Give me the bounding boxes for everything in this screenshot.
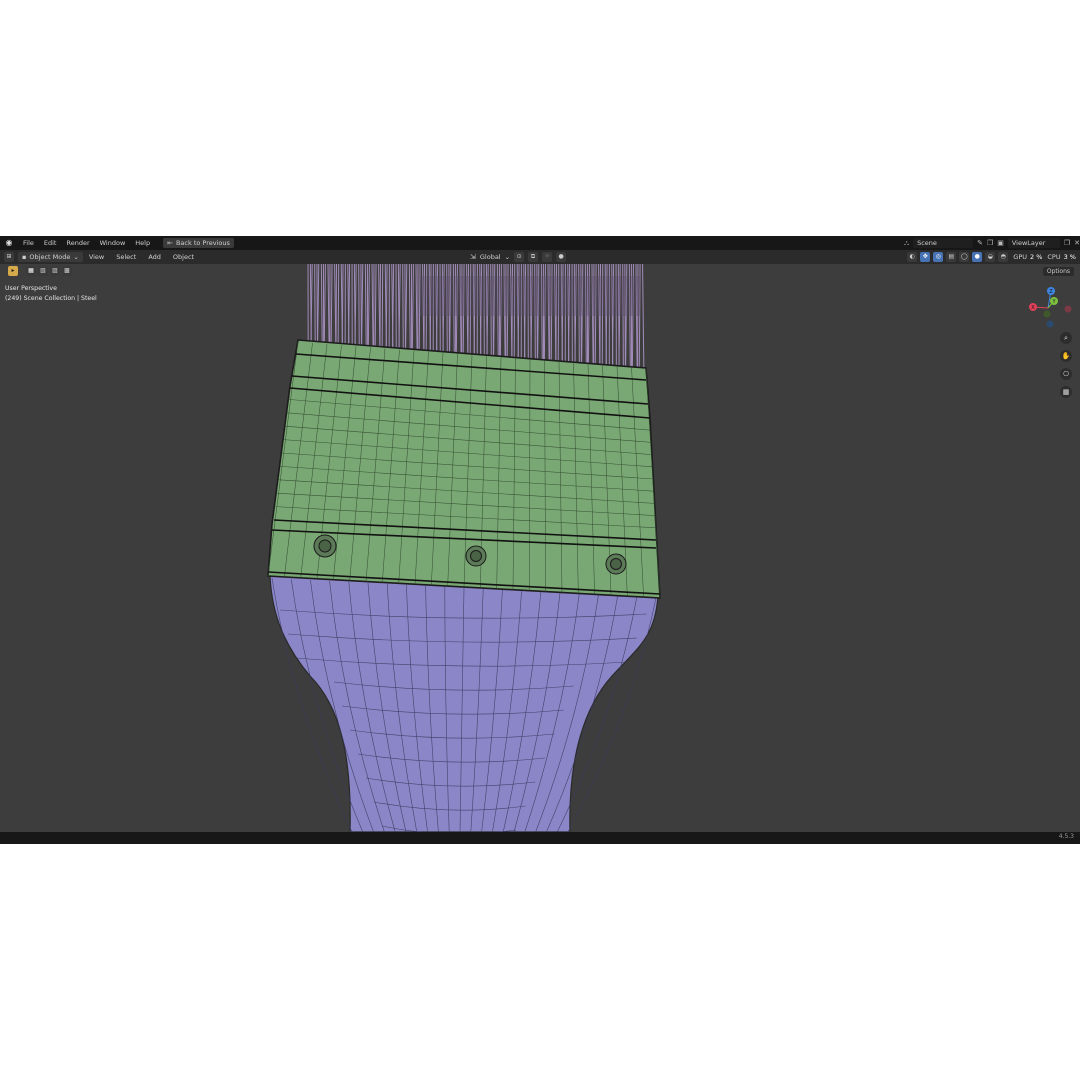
visibility-icon[interactable]: ◐ [907,252,918,262]
solid-shading-icon[interactable]: ● [972,252,983,262]
gpu-value: 2 % [1030,253,1043,261]
options-dropdown[interactable]: Options [1042,267,1074,276]
select-mode-subtract-icon[interactable]: ▨ [50,266,60,276]
scene-name: Scene [917,239,937,247]
gpu-label: GPU [1013,253,1027,261]
rendered-shading-icon[interactable]: ◓ [998,252,1009,262]
view-layer-selector[interactable]: ViewLayer [1007,238,1060,248]
menu-file[interactable]: File [18,236,39,250]
header-menu-object[interactable]: Object [167,253,200,261]
svg-text:Z: Z [1049,289,1053,295]
xray-toggle-icon[interactable]: ▤ [946,252,957,262]
remove-view-layer-icon[interactable]: ✕ [1074,239,1080,247]
select-mode-new-icon[interactable]: ▦ [26,266,36,276]
viewport-shading-controls: ◐ ✥ ◎ ▤ ◯ ● ◒ ◓ GPU 2 % CPU 3 % [907,252,1076,262]
object-mode-label: Object Mode [29,253,71,261]
viewport-perspective-label: User Perspective [5,285,57,292]
blender-window: ◉ File Edit Render Window Help ⇤ Back to… [0,236,1080,844]
snap-target-icon[interactable]: ⁘ [542,252,553,262]
menu-window[interactable]: Window [95,236,131,250]
chevron-down-icon: ⌄ [73,253,79,261]
status-bar: 4.5.3 [0,832,1080,844]
wireframe-shading-icon[interactable]: ◯ [959,252,970,262]
scene-selector[interactable]: Scene [913,238,974,248]
navigation-gizmo[interactable]: Z Y X [1026,286,1076,330]
tool-row: ▸ ▦ ▧ ▨ ▩ [8,266,72,276]
top-menu-bar: ◉ File Edit Render Window Help ⇤ Back to… [0,236,1080,250]
back-to-previous-label: Back to Previous [175,239,230,247]
version-label: 4.5.3 [1058,833,1074,840]
back-icon: ⇤ [167,239,173,247]
viewport-header: ⊞ ▪ Object Mode ⌄ View Select Add Object… [0,250,1080,264]
gizmo-neg-x-axis[interactable] [1064,305,1072,313]
select-tool-icon[interactable]: ▸ [8,266,18,276]
proportional-edit-icon[interactable]: ● [556,252,567,262]
camera-view-icon[interactable]: ⎔ [1060,368,1072,380]
header-menu-select[interactable]: Select [110,253,142,261]
editor-type-icon[interactable]: ⊞ [4,252,14,262]
overlay-toggle-icon[interactable]: ◎ [933,252,944,262]
view-layer-icon: ▣ [997,239,1004,247]
menu-help[interactable]: Help [130,236,155,250]
transform-orientation-icon: ⇲ [470,253,476,261]
select-mode-intersect-icon[interactable]: ▩ [62,266,72,276]
menu-render[interactable]: Render [61,236,94,250]
new-view-layer-icon[interactable]: ❐ [1064,239,1070,247]
scene-icon: ⛬ [904,238,910,247]
perspective-grid-icon[interactable]: ▦ [1060,386,1072,398]
pan-hand-icon[interactable]: ✋ [1060,350,1072,362]
back-to-previous-button[interactable]: ⇤ Back to Previous [163,238,234,248]
gizmo-neg-z-axis[interactable] [1046,320,1054,328]
transform-controls: ⇲ Global ⌄ ⊙ ⧉ ⁘ ● [470,252,567,262]
view-layer-name: ViewLayer [1011,239,1046,247]
gizmo-neg-y-axis[interactable] [1043,310,1051,318]
pin-icon[interactable]: ✎ [977,239,983,247]
blender-logo-icon[interactable]: ◉ [4,238,14,248]
pivot-point-icon[interactable]: ⊙ [514,252,525,262]
3d-viewport[interactable] [0,236,1080,844]
gizmo-toggle-icon[interactable]: ✥ [920,252,931,262]
cpu-value: 3 % [1063,253,1076,261]
svg-text:X: X [1031,305,1035,311]
material-shading-icon[interactable]: ◒ [985,252,996,262]
navigation-controls: ⌕ ✋ ⎔ ▦ [1060,332,1072,398]
object-mode-icon: ▪ [22,253,27,261]
cpu-label: CPU [1047,253,1061,261]
new-scene-icon[interactable]: ❐ [987,239,993,247]
zoom-icon[interactable]: ⌕ [1060,332,1072,344]
header-menu-view[interactable]: View [83,253,110,261]
transform-orientation-dropdown[interactable]: Global [480,253,501,261]
snap-icon[interactable]: ⧉ [528,252,539,262]
object-mode-dropdown[interactable]: ▪ Object Mode ⌄ [18,252,83,262]
top-right-controls: ⛬ Scene ✎ ❐ ▣ ViewLayer ❐ ✕ [904,236,1080,250]
chevron-down-icon: ⌄ [504,253,511,261]
header-menu-add[interactable]: Add [142,253,167,261]
menu-edit[interactable]: Edit [39,236,62,250]
brush-handle [269,575,659,833]
viewport-collection-label: (249) Scene Collection | Steel [5,295,97,302]
select-mode-extend-icon[interactable]: ▧ [38,266,48,276]
